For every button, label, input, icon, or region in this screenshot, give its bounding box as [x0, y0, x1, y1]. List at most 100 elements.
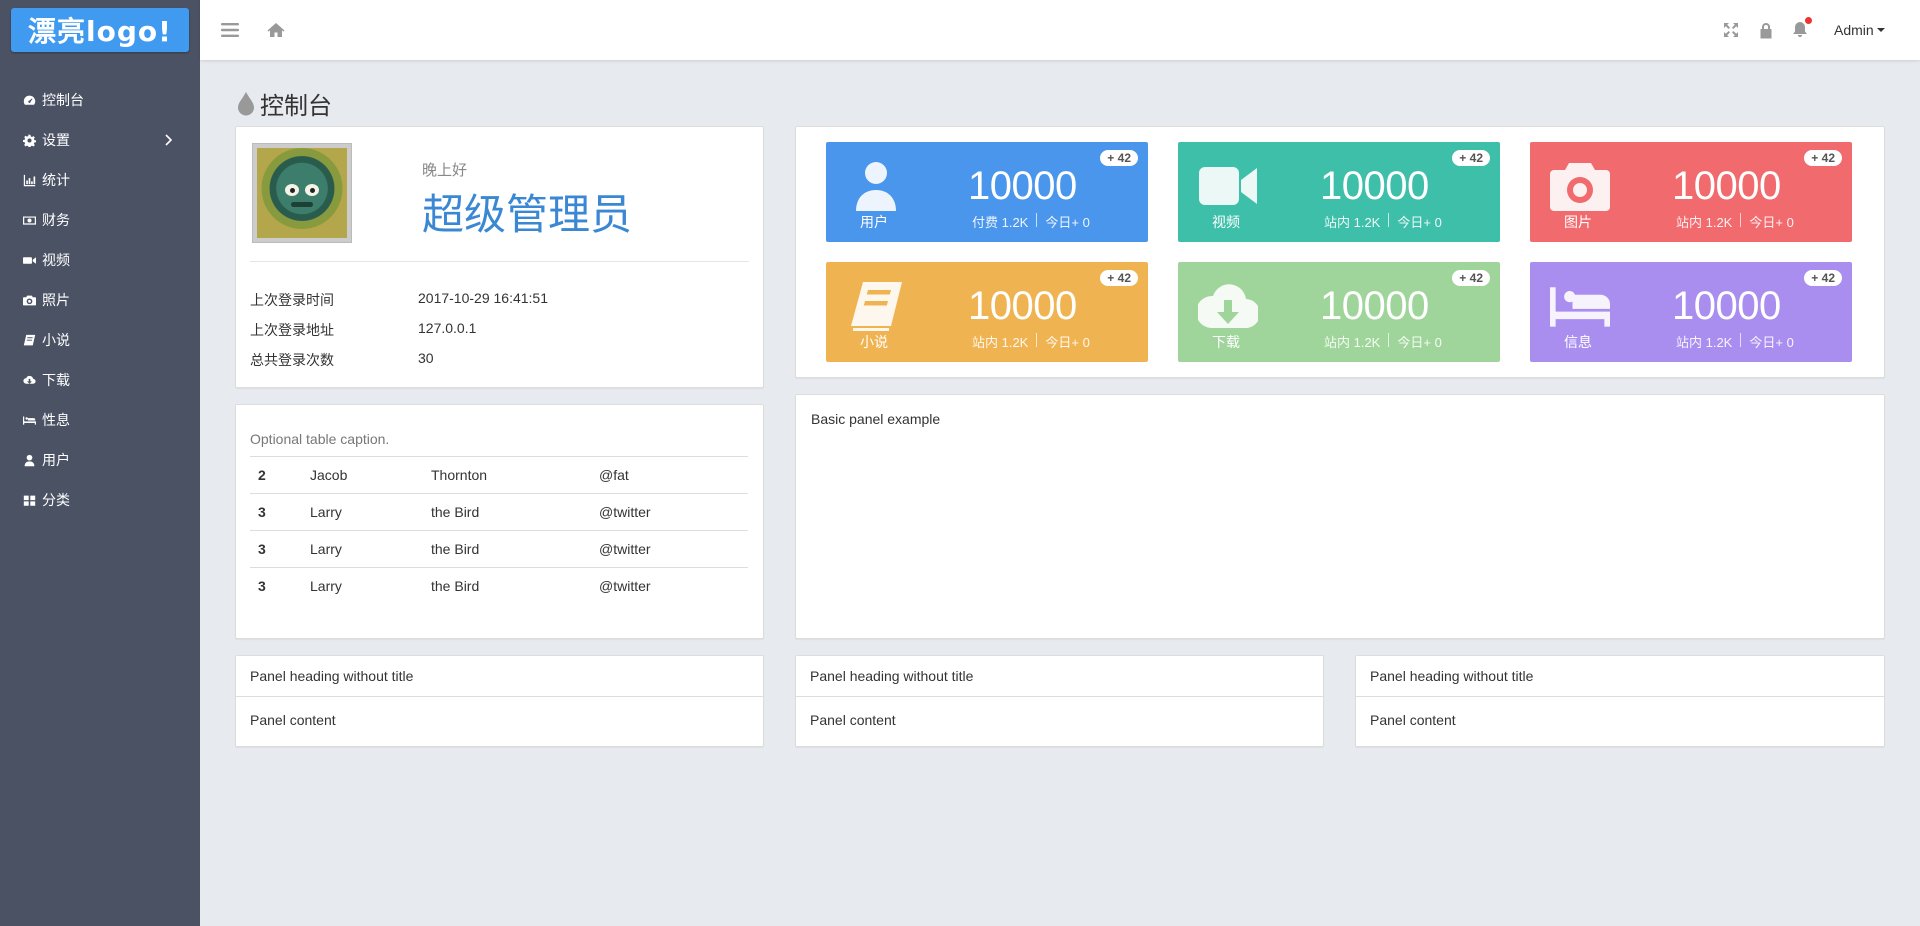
tile-sub: 站内 1.2K 今日+ 0 [1676, 332, 1794, 351]
book-icon [22, 333, 36, 347]
tile-sub-left: 站内 1.2K [1676, 335, 1733, 350]
sidebar-item-label: 性息 [42, 412, 70, 428]
camera-icon [1550, 160, 1610, 212]
cloud-download-icon [1198, 280, 1258, 332]
tile-badge: + 42 [1100, 270, 1138, 286]
bell-icon[interactable] [1790, 17, 1812, 40]
tile-sub: 站内 1.2K 今日+ 0 [972, 332, 1090, 351]
fullscreen-icon[interactable] [1721, 20, 1741, 40]
video-camera-icon [1198, 160, 1258, 212]
sidebar-item-dashboard[interactable]: 控制台 [0, 80, 200, 120]
page-title: 控制台 [236, 86, 332, 121]
bed-icon [22, 413, 36, 427]
sidebar-item-label: 财务 [42, 212, 70, 228]
page-title-text: 控制台 [260, 93, 332, 120]
tile-badge: + 42 [1804, 270, 1842, 286]
sidebar-item-novels[interactable]: 小说 [0, 320, 200, 360]
table-cell: @fat [591, 456, 748, 494]
topbar: Admin [200, 0, 1920, 60]
cloud-download-icon [22, 373, 36, 387]
heading-panel: Panel heading without title Panel conten… [235, 655, 764, 747]
table-cell: @twitter [591, 567, 748, 605]
sidebar-item-settings[interactable]: 设置 [0, 120, 200, 160]
table-cell: 3 [250, 567, 302, 605]
info-row-last-login-time: 上次登录时间 2017-10-29 16:41:51 [250, 290, 750, 310]
panel-heading: Panel heading without title [1356, 656, 1884, 697]
sidebar-item-label: 设置 [42, 132, 70, 148]
tile-badge: + 42 [1452, 150, 1490, 166]
sidebar-item-label: 用户 [42, 452, 70, 468]
tile-sub: 站内 1.2K 今日+ 0 [1324, 212, 1442, 231]
stat-tile-novels[interactable]: 小说 10000 站内 1.2K 今日+ 0 + 42 [826, 262, 1148, 362]
stat-tile-images[interactable]: 图片 10000 站内 1.2K 今日+ 0 + 42 [1530, 142, 1852, 242]
tile-label: 小说 [860, 334, 888, 350]
sidebar-item-label: 视频 [42, 252, 70, 268]
tile-sub-right: 今日+ 0 [1749, 215, 1794, 230]
sidebar-item-categories[interactable]: 分类 [0, 480, 200, 520]
info-key: 总共登录次数 [250, 352, 334, 368]
data-table: 2 Jacob Thornton @fat 3 Larry the Bird @… [250, 456, 748, 605]
stats-panel: 用户 10000 付费 1.2K 今日+ 0 + 42 视频 10000 站内 1… [795, 126, 1885, 378]
logo[interactable]: 漂亮logo! [11, 8, 189, 52]
table-cell: @twitter [591, 530, 748, 568]
table-cell: Larry [302, 567, 423, 605]
tile-label: 图片 [1564, 214, 1592, 230]
logo-text: 漂亮logo! [28, 15, 172, 48]
tile-label: 下载 [1212, 334, 1240, 350]
home-icon[interactable] [266, 20, 286, 40]
table-cell: the Bird [423, 493, 591, 531]
table-row: 3 Larry the Bird @twitter [250, 567, 748, 605]
stat-tile-users[interactable]: 用户 10000 付费 1.2K 今日+ 0 + 42 [826, 142, 1148, 242]
stat-tile-info[interactable]: 信息 10000 站内 1.2K 今日+ 0 + 42 [1530, 262, 1852, 362]
sidebar-item-label: 分类 [42, 492, 70, 508]
sidebar-item-stats[interactable]: 统计 [0, 160, 200, 200]
droplet-icon [238, 91, 254, 115]
admin-dropdown[interactable]: Admin [1834, 22, 1885, 38]
table-cell: Thornton [423, 456, 591, 494]
divider [250, 261, 749, 262]
sidebar-item-label: 小说 [42, 332, 70, 348]
tile-badge: + 42 [1804, 150, 1842, 166]
sidebar-item-photos[interactable]: 照片 [0, 280, 200, 320]
stat-tile-downloads[interactable]: 下载 10000 站内 1.2K 今日+ 0 + 42 [1178, 262, 1500, 362]
table-row: 3 Larry the Bird @twitter [250, 493, 748, 531]
sidebar-item-downloads[interactable]: 下载 [0, 360, 200, 400]
camera-icon [22, 293, 36, 307]
sidebar-item-users[interactable]: 用户 [0, 440, 200, 480]
table-cell: Jacob [302, 456, 423, 494]
lock-icon[interactable] [1756, 20, 1776, 40]
table-cell: Larry [302, 530, 423, 568]
notification-dot [1805, 17, 1812, 24]
tile-label: 视频 [1212, 214, 1240, 230]
tile-value: 10000 [1320, 284, 1429, 328]
table-cell: the Bird [423, 530, 591, 568]
tile-sub-right: 今日+ 0 [1397, 335, 1442, 350]
sidebar-item-info[interactable]: 性息 [0, 400, 200, 440]
table-cell: the Bird [423, 567, 591, 605]
dashboard-icon [22, 93, 36, 107]
info-row-last-login-address: 上次登录地址 127.0.0.1 [250, 320, 750, 340]
menu-toggle-icon[interactable] [220, 20, 240, 40]
tile-sub-right: 今日+ 0 [1749, 335, 1794, 350]
sidebar-item-label: 下载 [42, 372, 70, 388]
user-icon [846, 160, 906, 212]
tile-sub-right: 今日+ 0 [1045, 335, 1090, 350]
table-row: 3 Larry the Bird @twitter [250, 530, 748, 568]
panel-heading: Panel heading without title [236, 656, 763, 697]
panel-content: Panel content [810, 712, 896, 728]
tile-sub-left: 站内 1.2K [972, 335, 1029, 350]
sidebar-item-video[interactable]: 视频 [0, 240, 200, 280]
tile-sub-left: 付费 1.2K [972, 215, 1029, 230]
money-icon [22, 213, 36, 227]
profile-panel: 晚上好 超级管理员 上次登录时间 2017-10-29 16:41:51 上次登… [235, 126, 764, 388]
tile-sub-right: 今日+ 0 [1397, 215, 1442, 230]
tile-value: 10000 [1320, 164, 1429, 208]
info-key: 上次登录地址 [250, 322, 334, 338]
sidebar-item-finance[interactable]: 财务 [0, 200, 200, 240]
tile-value: 10000 [1672, 164, 1781, 208]
gear-icon [22, 133, 36, 147]
stat-tile-video[interactable]: 视频 10000 站内 1.2K 今日+ 0 + 42 [1178, 142, 1500, 242]
tile-sub: 付费 1.2K 今日+ 0 [972, 212, 1090, 231]
sidebar: 漂亮logo! 控制台 设置 统计 财务 视频 照片 小说 下载 性息 用户 分… [0, 0, 200, 926]
heading-panel: Panel heading without title Panel conten… [1355, 655, 1885, 747]
